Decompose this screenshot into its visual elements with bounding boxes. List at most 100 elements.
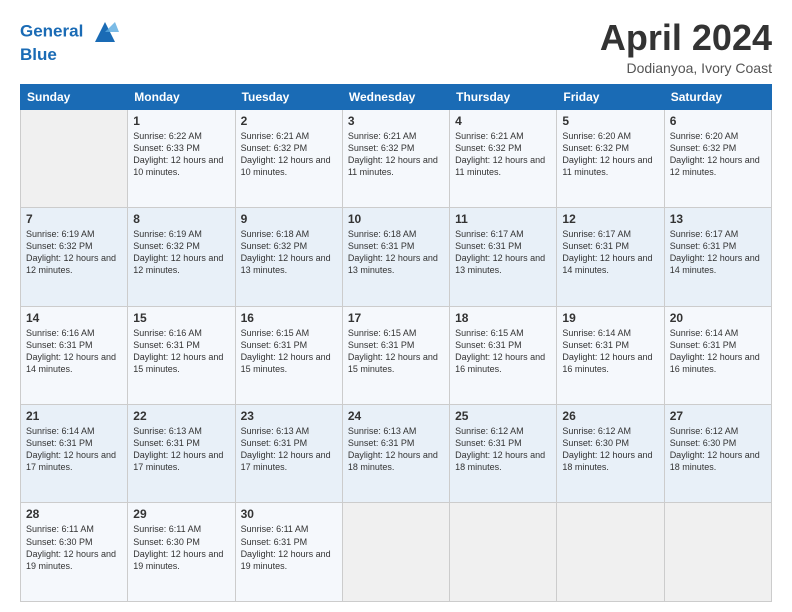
calendar-cell: 27 Sunrise: 6:12 AMSunset: 6:30 PMDayligh… — [664, 405, 771, 503]
day-number: 5 — [562, 114, 658, 128]
day-number: 7 — [26, 212, 122, 226]
cell-info: Sunrise: 6:13 AMSunset: 6:31 PMDaylight:… — [133, 425, 229, 474]
weekday-header: Wednesday — [342, 84, 449, 109]
calendar-cell: 5Sunrise: 6:20 AMSunset: 6:32 PMDaylight… — [557, 109, 664, 207]
day-number: 29 — [133, 507, 229, 521]
weekday-header: Saturday — [664, 84, 771, 109]
day-number: 8 — [133, 212, 229, 226]
day-number: 30 — [241, 507, 337, 521]
cell-info: Sunrise: 6:21 AMSunset: 6:32 PMDaylight:… — [455, 130, 551, 179]
cell-info: Sunrise: 6:12 AMSunset: 6:30 PMDaylight:… — [670, 425, 766, 474]
calendar-cell: 18 Sunrise: 6:15 AMSunset: 6:31 PMDayligh… — [450, 306, 557, 404]
calendar-table: SundayMondayTuesdayWednesdayThursdayFrid… — [20, 84, 772, 602]
day-number: 1 — [133, 114, 229, 128]
calendar-cell — [557, 503, 664, 602]
calendar-cell: 13Sunrise: 6:17 AMSunset: 6:31 PMDayligh… — [664, 208, 771, 306]
weekday-header: Friday — [557, 84, 664, 109]
cell-info: Sunrise: 6:12 AMSunset: 6:30 PMDaylight:… — [562, 425, 658, 474]
cell-info: Sunrise: 6:18 AMSunset: 6:31 PMDaylight:… — [348, 228, 444, 277]
calendar-cell — [21, 109, 128, 207]
weekday-header: Monday — [128, 84, 235, 109]
cell-info: Sunrise: 6:17 AMSunset: 6:31 PMDaylight:… — [562, 228, 658, 277]
logo: General Blue — [20, 18, 119, 65]
calendar-cell — [664, 503, 771, 602]
cell-info: Sunrise: 6:13 AMSunset: 6:31 PMDaylight:… — [241, 425, 337, 474]
calendar-cell: 30 Sunrise: 6:11 AMSunset: 6:31 PMDayligh… — [235, 503, 342, 602]
weekday-header: Sunday — [21, 84, 128, 109]
cell-info: Sunrise: 6:14 AMSunset: 6:31 PMDaylight:… — [26, 425, 122, 474]
logo-blue: Blue — [20, 46, 119, 65]
calendar-cell: 25 Sunrise: 6:12 AMSunset: 6:31 PMDayligh… — [450, 405, 557, 503]
day-number: 10 — [348, 212, 444, 226]
calendar-week-row: 1 Sunrise: 6:22 AMSunset: 6:33 PMDaylight… — [21, 109, 772, 207]
weekday-header: Thursday — [450, 84, 557, 109]
logo-icon — [91, 18, 119, 46]
day-number: 15 — [133, 311, 229, 325]
calendar-cell: 10 Sunrise: 6:18 AMSunset: 6:31 PMDayligh… — [342, 208, 449, 306]
day-number: 24 — [348, 409, 444, 423]
calendar-week-row: 21 Sunrise: 6:14 AMSunset: 6:31 PMDayligh… — [21, 405, 772, 503]
cell-info: Sunrise: 6:17 AMSunset: 6:31 PMDaylight:… — [670, 228, 766, 277]
cell-info: Sunrise: 6:16 AMSunset: 6:31 PMDaylight:… — [26, 327, 122, 376]
day-number: 6 — [670, 114, 766, 128]
cell-info: Sunrise: 6:22 AMSunset: 6:33 PMDaylight:… — [133, 130, 229, 179]
cell-info: Sunrise: 6:15 AMSunset: 6:31 PMDaylight:… — [241, 327, 337, 376]
day-number: 20 — [670, 311, 766, 325]
calendar-cell: 12 Sunrise: 6:17 AMSunset: 6:31 PMDayligh… — [557, 208, 664, 306]
day-number: 19 — [562, 311, 658, 325]
weekday-header: Tuesday — [235, 84, 342, 109]
top-section: General Blue April 2024 Dodianyoa, Ivory… — [20, 18, 772, 76]
cell-info: Sunrise: 6:18 AMSunset: 6:32 PMDaylight:… — [241, 228, 337, 277]
day-number: 27 — [670, 409, 766, 423]
day-number: 22 — [133, 409, 229, 423]
calendar-cell: 20 Sunrise: 6:14 AMSunset: 6:31 PMDayligh… — [664, 306, 771, 404]
day-number: 11 — [455, 212, 551, 226]
cell-info: Sunrise: 6:12 AMSunset: 6:31 PMDaylight:… — [455, 425, 551, 474]
cell-info: Sunrise: 6:15 AMSunset: 6:31 PMDaylight:… — [348, 327, 444, 376]
day-number: 17 — [348, 311, 444, 325]
cell-info: Sunrise: 6:13 AMSunset: 6:31 PMDaylight:… — [348, 425, 444, 474]
day-number: 9 — [241, 212, 337, 226]
cell-info: Sunrise: 6:14 AMSunset: 6:31 PMDaylight:… — [670, 327, 766, 376]
cell-info: Sunrise: 6:20 AMSunset: 6:32 PMDaylight:… — [670, 130, 766, 179]
logo-text: General — [20, 18, 119, 46]
logo-general: General — [20, 21, 83, 40]
cell-info: Sunrise: 6:19 AMSunset: 6:32 PMDaylight:… — [133, 228, 229, 277]
calendar-cell: 28Sunrise: 6:11 AMSunset: 6:30 PMDayligh… — [21, 503, 128, 602]
cell-info: Sunrise: 6:16 AMSunset: 6:31 PMDaylight:… — [133, 327, 229, 376]
calendar-week-row: 7 Sunrise: 6:19 AMSunset: 6:32 PMDaylight… — [21, 208, 772, 306]
subtitle: Dodianyoa, Ivory Coast — [600, 60, 772, 76]
cell-info: Sunrise: 6:19 AMSunset: 6:32 PMDaylight:… — [26, 228, 122, 277]
calendar-cell — [342, 503, 449, 602]
calendar-cell: 15 Sunrise: 6:16 AMSunset: 6:31 PMDayligh… — [128, 306, 235, 404]
cell-info: Sunrise: 6:21 AMSunset: 6:32 PMDaylight:… — [241, 130, 337, 179]
day-number: 18 — [455, 311, 551, 325]
day-number: 21 — [26, 409, 122, 423]
calendar-cell: 8 Sunrise: 6:19 AMSunset: 6:32 PMDaylight… — [128, 208, 235, 306]
calendar-cell — [450, 503, 557, 602]
header-row: SundayMondayTuesdayWednesdayThursdayFrid… — [21, 84, 772, 109]
page: General Blue April 2024 Dodianyoa, Ivory… — [0, 0, 792, 612]
calendar-cell: 6 Sunrise: 6:20 AMSunset: 6:32 PMDaylight… — [664, 109, 771, 207]
calendar-cell: 21 Sunrise: 6:14 AMSunset: 6:31 PMDayligh… — [21, 405, 128, 503]
main-title: April 2024 — [600, 18, 772, 58]
cell-info: Sunrise: 6:14 AMSunset: 6:31 PMDaylight:… — [562, 327, 658, 376]
day-number: 25 — [455, 409, 551, 423]
calendar-cell: 14 Sunrise: 6:16 AMSunset: 6:31 PMDayligh… — [21, 306, 128, 404]
day-number: 12 — [562, 212, 658, 226]
day-number: 16 — [241, 311, 337, 325]
day-number: 14 — [26, 311, 122, 325]
cell-info: Sunrise: 6:11 AMSunset: 6:30 PMDaylight:… — [133, 523, 229, 572]
calendar-cell: 1 Sunrise: 6:22 AMSunset: 6:33 PMDaylight… — [128, 109, 235, 207]
calendar-cell: 23Sunrise: 6:13 AMSunset: 6:31 PMDayligh… — [235, 405, 342, 503]
calendar-cell: 17 Sunrise: 6:15 AMSunset: 6:31 PMDayligh… — [342, 306, 449, 404]
title-block: April 2024 Dodianyoa, Ivory Coast — [600, 18, 772, 76]
calendar-cell: 9 Sunrise: 6:18 AMSunset: 6:32 PMDaylight… — [235, 208, 342, 306]
calendar-cell: 16 Sunrise: 6:15 AMSunset: 6:31 PMDayligh… — [235, 306, 342, 404]
cell-info: Sunrise: 6:15 AMSunset: 6:31 PMDaylight:… — [455, 327, 551, 376]
calendar-week-row: 28Sunrise: 6:11 AMSunset: 6:30 PMDayligh… — [21, 503, 772, 602]
calendar-cell: 2Sunrise: 6:21 AMSunset: 6:32 PMDaylight… — [235, 109, 342, 207]
calendar-cell: 11Sunrise: 6:17 AMSunset: 6:31 PMDayligh… — [450, 208, 557, 306]
cell-info: Sunrise: 6:11 AMSunset: 6:31 PMDaylight:… — [241, 523, 337, 572]
cell-info: Sunrise: 6:21 AMSunset: 6:32 PMDaylight:… — [348, 130, 444, 179]
